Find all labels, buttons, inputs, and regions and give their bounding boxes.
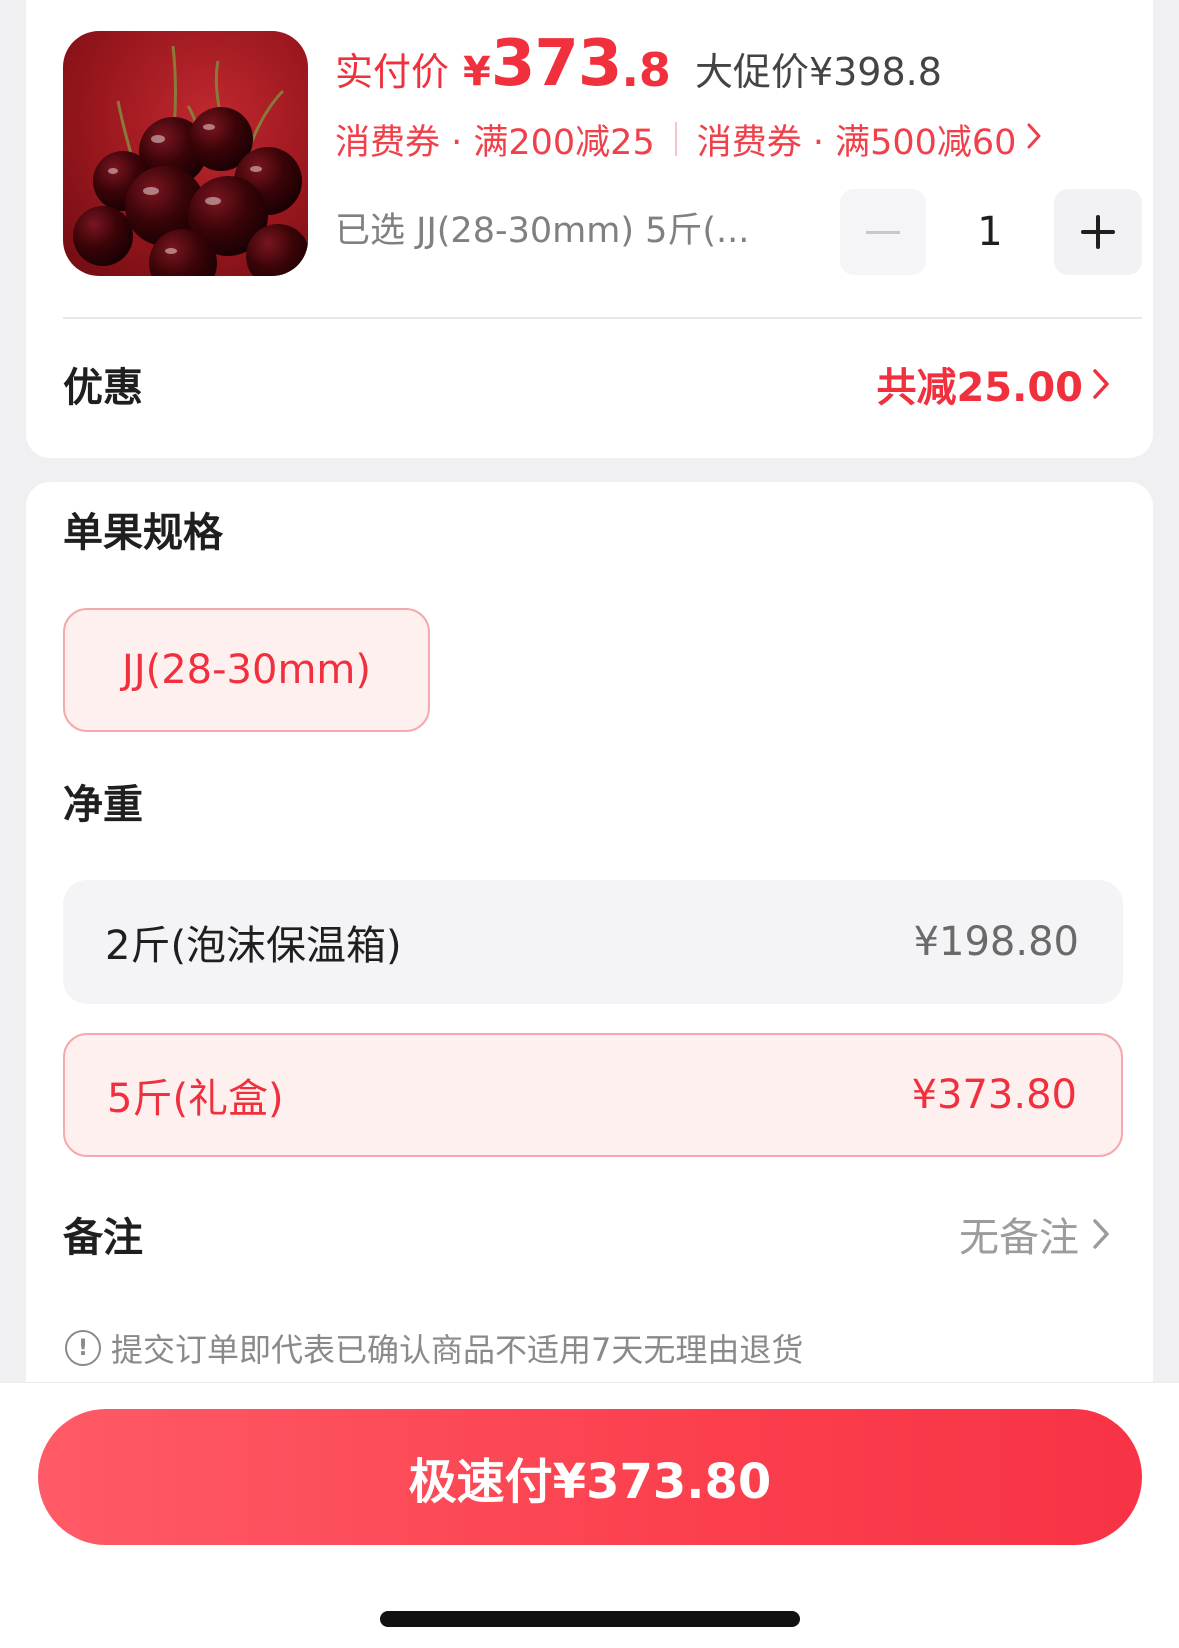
note-row[interactable]: 无备注	[959, 1210, 1111, 1266]
pay-price-integer: 373	[490, 27, 623, 101]
chevron-right-icon	[1091, 360, 1111, 416]
spec-option-selected[interactable]: JJ(28-30mm)	[63, 608, 430, 732]
discount-label: 优惠	[63, 365, 143, 411]
discount-row[interactable]: 共减25.00	[876, 360, 1111, 416]
options-card: 单果规格 JJ(28-30mm) 净重 2斤(泡沫保温箱) ¥198.80 5斤…	[26, 482, 1153, 1382]
pay-price-decimal: .8	[621, 43, 671, 97]
increase-quantity-button[interactable]	[1054, 189, 1142, 275]
weight-option[interactable]: 2斤(泡沫保温箱) ¥198.80	[63, 880, 1123, 1004]
product-card: 实付价 ¥ 373 .8 大促价¥398.8 消费券 · 满200减25 消费券…	[26, 0, 1153, 458]
coupon-2: 消费券 · 满500减60	[696, 122, 1017, 163]
chevron-right-icon	[1091, 1210, 1111, 1266]
spec-section-title: 单果规格	[63, 510, 223, 556]
home-indicator[interactable]	[380, 1611, 800, 1627]
note-label: 备注	[63, 1215, 143, 1261]
notice-text: 提交订单即代表已确认商品不适用7天无理由退货	[111, 1331, 804, 1369]
weight-option-price: ¥373.80	[911, 1072, 1077, 1118]
product-image	[63, 31, 308, 276]
pay-price-label: 实付价	[335, 50, 450, 94]
selected-variant[interactable]: 已选 JJ(28-30mm) 5斤(...	[335, 206, 825, 256]
divider	[63, 317, 1142, 319]
note-value: 无备注	[959, 1215, 1079, 1261]
weight-option-price: ¥198.80	[913, 919, 1079, 965]
weight-section-title: 净重	[63, 782, 143, 828]
bottom-bar: 极速付¥373.80	[0, 1382, 1179, 1648]
discount-amount: 共减25.00	[876, 365, 1083, 411]
weight-option-label: 5斤(礼盒)	[107, 1076, 284, 1122]
coupon-divider	[674, 122, 677, 156]
price-row: 实付价 ¥ 373 .8 大促价¥398.8	[335, 24, 942, 96]
promo-price: 大促价¥398.8	[694, 50, 942, 94]
weight-option-selected[interactable]: 5斤(礼盒) ¥373.80	[63, 1033, 1123, 1157]
quick-pay-button[interactable]: 极速付¥373.80	[38, 1409, 1142, 1545]
quantity-value[interactable]: 1	[926, 189, 1054, 275]
chevron-right-icon	[1026, 119, 1042, 159]
coupon-1: 消费券 · 满200减25	[335, 122, 655, 163]
order-sheet: 实付价 ¥ 373 .8 大促价¥398.8 消费券 · 满200减25 消费券…	[0, 0, 1179, 1648]
pay-price-currency: ¥	[463, 49, 491, 95]
decrease-quantity-button[interactable]	[840, 189, 926, 275]
info-icon: !	[65, 1330, 101, 1366]
minus-icon	[866, 230, 900, 234]
return-policy-notice: ! 提交订单即代表已确认商品不适用7天无理由退货	[65, 1325, 803, 1371]
plus-icon	[1081, 215, 1115, 249]
coupon-row[interactable]: 消费券 · 满200减25 消费券 · 满500减60	[335, 114, 1042, 164]
weight-option-label: 2斤(泡沫保温箱)	[105, 923, 402, 969]
